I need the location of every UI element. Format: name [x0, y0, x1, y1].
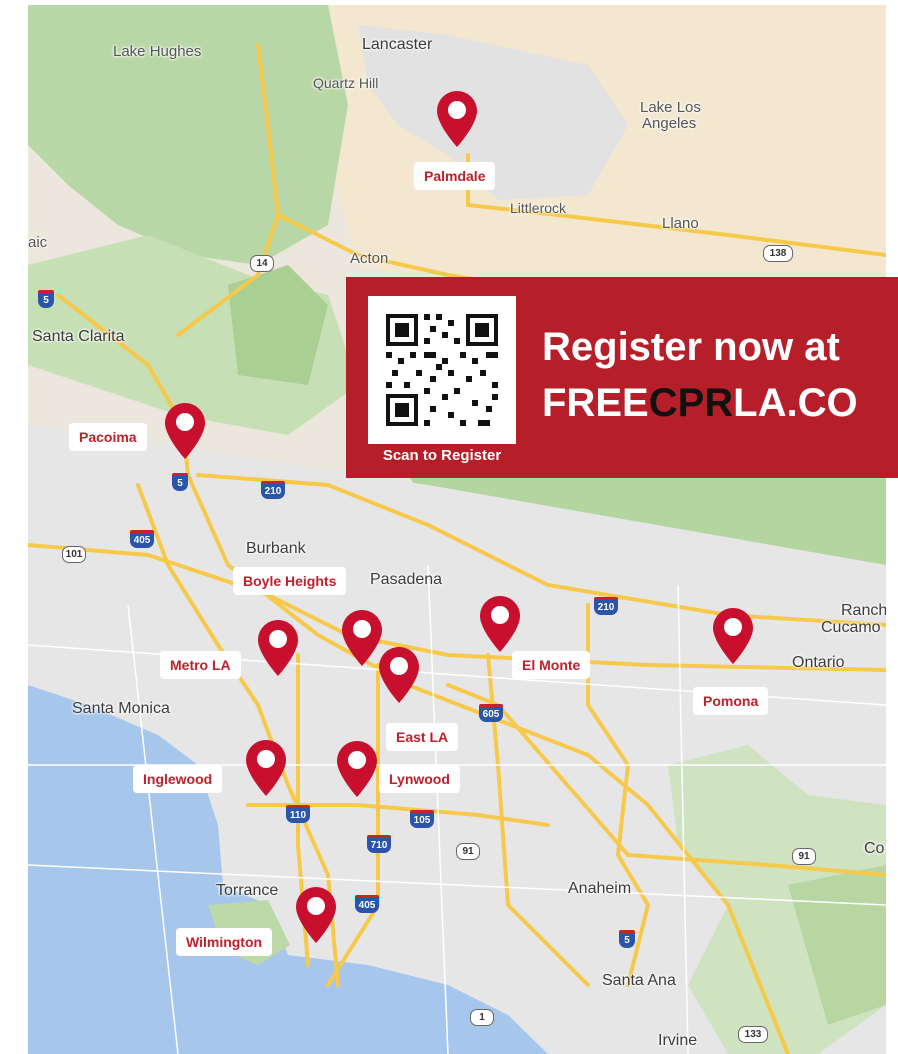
url-suffix: LA.CO [733, 381, 858, 425]
highway-101-shield: 101 [62, 546, 86, 563]
location-label-inglewood[interactable]: Inglewood [133, 765, 223, 793]
qr-code[interactable] [368, 296, 516, 444]
location-label-palmdale[interactable]: Palmdale [414, 162, 496, 190]
location-label-east-la[interactable]: East LA [386, 723, 459, 751]
highway-133-shield: 133 [738, 1026, 768, 1043]
highway-14-shield: 14 [250, 255, 274, 272]
qr-code-icon [368, 296, 516, 444]
place-llano: Llano [662, 215, 699, 232]
pin-palmdale-icon[interactable] [435, 89, 479, 149]
interstate-710-shield: 710 [367, 835, 391, 853]
place-lancaster: Lancaster [362, 36, 433, 53]
place-santa-monica: Santa Monica [72, 700, 170, 717]
url-prefix: FREE [542, 381, 649, 425]
place-acton: Acton [350, 250, 389, 267]
place-ranch: Ranch [841, 602, 886, 619]
banner-url[interactable]: FREECPRLA.CO [542, 381, 858, 426]
interstate-5-north-shield: 5 [38, 290, 54, 308]
location-label-pacoima[interactable]: Pacoima [69, 423, 147, 451]
place-santa-clarita: Santa Clarita [32, 328, 125, 345]
place-santa-ana: Santa Ana [602, 972, 676, 989]
pin-pomona-icon[interactable] [711, 606, 755, 666]
highway-91-east-shield: 91 [792, 848, 816, 865]
place-littlerock: Littlerock [510, 200, 567, 216]
location-label-lynwood[interactable]: Lynwood [379, 765, 460, 793]
location-label-pomona[interactable]: Pomona [693, 687, 769, 715]
interstate-5-pacoima-shield: 5 [172, 473, 188, 491]
place-co: Co [864, 840, 885, 857]
pin-el-monte-icon[interactable] [478, 594, 522, 654]
highway-138-shield: 138 [763, 245, 793, 262]
location-label-el-monte[interactable]: El Monte [512, 651, 591, 679]
url-highlight: CPR [648, 381, 734, 425]
interstate-605-shield: 605 [479, 704, 503, 722]
pin-wilmington-icon[interactable] [294, 885, 338, 945]
place-ontario: Ontario [792, 654, 845, 671]
place-lake-los-angeles-1: Lake Los [640, 99, 701, 116]
pin-inglewood-icon[interactable] [244, 738, 288, 798]
interstate-105-shield: 105 [410, 810, 434, 828]
place-irvine: Irvine [658, 1032, 698, 1049]
place-torrance: Torrance [216, 882, 279, 899]
registration-banner: Scan to Register Register now at FREECPR… [346, 277, 898, 478]
interstate-405-south-shield: 405 [355, 895, 379, 913]
place-quartz-hill: Quartz Hill [313, 75, 379, 91]
place-lake-los-angeles-2: Angeles [642, 115, 697, 132]
pin-east-la-icon[interactable] [377, 645, 421, 705]
place-cucamo: Cucamo [821, 619, 881, 636]
place-anaheim: Anaheim [568, 880, 632, 897]
banner-headline: Register now at [542, 325, 840, 369]
place-aic: aic [28, 234, 48, 251]
location-label-wilmington[interactable]: Wilmington [176, 928, 273, 956]
highway-1-shield: 1 [470, 1009, 494, 1026]
pin-metro-la-icon[interactable] [256, 618, 300, 678]
location-label-metro-la[interactable]: Metro LA [160, 651, 241, 679]
interstate-210-east-shield: 210 [594, 597, 618, 615]
place-burbank: Burbank [246, 540, 306, 557]
place-pasadena: Pasadena [370, 571, 443, 588]
place-lake-hughes: Lake Hughes [113, 43, 202, 60]
highway-91-west-shield: 91 [456, 843, 480, 860]
location-label-boyle-heights[interactable]: Boyle Heights [233, 567, 347, 595]
interstate-5-south-shield: 5 [619, 930, 635, 948]
qr-caption: Scan to Register [382, 447, 502, 464]
pin-pacoima-icon[interactable] [163, 401, 207, 461]
interstate-210-west-shield: 210 [261, 481, 285, 499]
pin-lynwood-icon[interactable] [335, 739, 379, 799]
interstate-405-north-shield: 405 [130, 530, 154, 548]
interstate-110-shield: 110 [286, 805, 310, 823]
